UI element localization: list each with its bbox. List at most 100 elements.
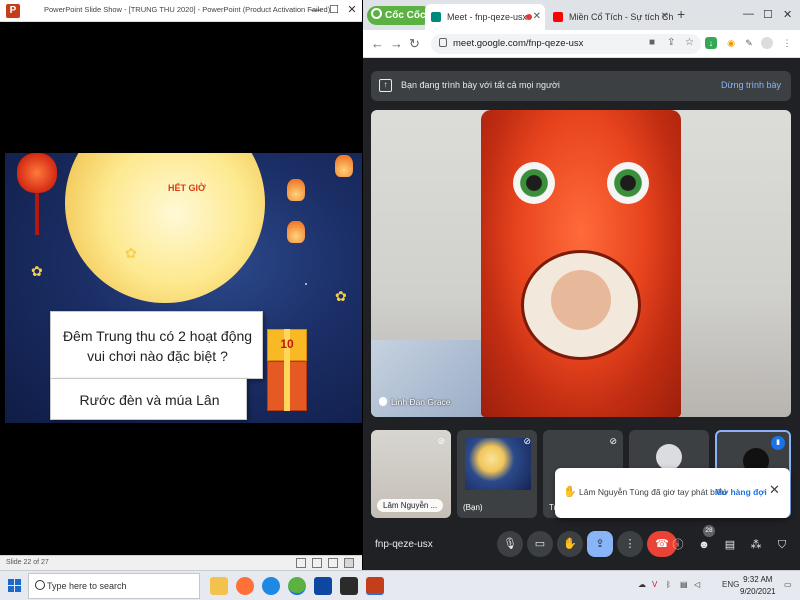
network-icon[interactable]: ▤ — [680, 580, 688, 589]
address-bar[interactable]: meet.google.com/fnp-qeze-usx ■ ⇪ ☆ — [431, 34, 701, 54]
search-input[interactable]: Type here to search — [47, 581, 127, 591]
coccoc-logo-icon — [371, 8, 382, 19]
input-language[interactable]: ENG — [722, 580, 739, 589]
sky-lantern-image — [287, 221, 305, 243]
close-icon[interactable]: ✕ — [344, 2, 360, 18]
windows-start-icon[interactable] — [8, 579, 22, 593]
powerpoint-icon[interactable] — [366, 577, 384, 595]
back-icon[interactable]: ← — [371, 36, 384, 52]
mic-off-icon: ⊘ — [609, 436, 617, 446]
mic-toggle-button[interactable]: 🎙 — [497, 531, 523, 557]
url-text: meet.google.com/fnp-qeze-usx — [453, 38, 584, 49]
gift-box-image[interactable]: 10 — [267, 329, 307, 411]
people-icon[interactable]: ☻ — [695, 536, 713, 554]
maximize-icon[interactable]: ☐ — [763, 8, 773, 21]
flower-decoration: ✿ — [335, 288, 347, 304]
bluetooth-icon[interactable]: ᛒ — [666, 580, 671, 589]
close-icon[interactable]: ✕ — [783, 8, 792, 21]
edge-icon[interactable] — [262, 577, 280, 595]
lion-eye — [607, 162, 649, 204]
timer-label: HẾT GIỜ — [168, 183, 206, 193]
minimize-icon[interactable]: — — [743, 8, 754, 20]
volume-icon[interactable]: ◁ — [694, 580, 700, 589]
maximize-icon[interactable]: ☐ — [326, 2, 342, 18]
brand-label: Cốc Cốc — [385, 10, 426, 21]
taskbar-search[interactable]: Type here to search — [28, 573, 200, 599]
extensions-icon[interactable]: ✎ — [743, 37, 755, 49]
slide-canvas[interactable]: HẾT GIỜ ✿ ✿ ✿ Đêm Trung thu có 2 hoạt độ… — [5, 153, 362, 423]
presenting-text: Bạn đang trình bày với tất cả mọi người — [401, 80, 560, 90]
file-explorer-icon[interactable] — [210, 577, 228, 595]
firefox-icon[interactable] — [236, 577, 254, 595]
reload-icon[interactable]: ↻ — [409, 36, 420, 52]
mic-off-icon: ⊘ — [437, 436, 445, 446]
speaker-name-label: Linh Đan Grace — [379, 397, 451, 407]
antivirus-icon[interactable]: V — [652, 580, 657, 589]
moon-image — [65, 153, 265, 303]
powerpoint-titlebar: P PowerPoint Slide Show - [TRUNG THU 202… — [0, 0, 362, 22]
activities-icon[interactable]: ⁂ — [747, 536, 765, 554]
browser-window: Cốc Cốc Meet - fnp-qeze-usx ✕ Miền Cổ Tí… — [363, 0, 800, 570]
tab-youtube[interactable]: Miền Cổ Tích - Sự tích Chú C ✕ — [547, 4, 673, 30]
flower-decoration: ✿ — [125, 245, 137, 261]
slide-sorter-icon[interactable] — [312, 558, 322, 568]
powerpoint-statusbar: Slide 22 of 27 — [0, 555, 362, 570]
answer-text: Rước đèn và múa Lân — [79, 392, 220, 408]
menu-icon[interactable]: ⋮ — [781, 37, 793, 49]
chat-icon[interactable]: ▤ — [721, 536, 739, 554]
slideshow-view-icon[interactable] — [344, 558, 354, 568]
share-icon[interactable]: ⇪ — [667, 37, 675, 48]
notifications-icon[interactable]: ▭ — [784, 580, 792, 589]
app-icon[interactable] — [340, 577, 358, 595]
meet-favicon-icon — [431, 12, 441, 22]
open-queue-button[interactable]: Mở hàng đợi — [715, 487, 767, 497]
present-screen-icon: ↑ — [379, 79, 392, 92]
mic-icon — [379, 397, 387, 406]
tab-label: Meet - fnp-qeze-usx — [447, 12, 528, 22]
onedrive-icon[interactable]: ☁ — [638, 580, 646, 589]
lock-icon — [439, 38, 447, 47]
bookmark-star-icon[interactable]: ☆ — [685, 37, 694, 48]
host-controls-icon[interactable]: ⛉ — [773, 536, 791, 554]
participant-tile-self[interactable]: ⊘ (Bạn) — [457, 430, 537, 518]
system-clock[interactable]: 9:32 AM 9/20/2021 — [740, 574, 776, 598]
camera-icon[interactable]: ■ — [649, 37, 655, 48]
gift-number: 10 — [280, 337, 294, 351]
participant-tile[interactable]: ⊘ Lâm Nguyễn ... — [371, 430, 451, 518]
close-tab-icon[interactable]: ✕ — [661, 4, 669, 30]
mail-icon[interactable] — [314, 577, 332, 595]
reading-view-icon[interactable] — [328, 558, 338, 568]
stop-presenting-button[interactable]: Dừng trình bày — [721, 80, 781, 90]
meeting-details-icon[interactable]: ⓘ — [669, 536, 687, 554]
tab-label: Miền Cổ Tích - Sự tích Chú C — [569, 12, 673, 22]
participants-count-badge: 28 — [703, 525, 715, 537]
coccoc-extension-icon[interactable]: ◉ — [725, 37, 737, 49]
participant-name: (Bạn) — [463, 503, 483, 512]
participant-name: Lâm Nguyễn ... — [377, 499, 444, 512]
download-extension-icon[interactable]: ↓ — [705, 37, 717, 49]
lion-mask-image — [481, 110, 681, 417]
recording-dot-icon — [526, 14, 532, 20]
presenting-banner: ↑ Bạn đang trình bày với tất cả mọi ngườ… — [371, 71, 791, 101]
main-speaker-video[interactable]: Linh Đan Grace — [371, 110, 791, 417]
present-now-button[interactable]: ⇪ — [587, 531, 613, 557]
more-options-button[interactable]: ⋮ — [617, 531, 643, 557]
coccoc-icon[interactable] — [288, 577, 306, 595]
speaker-name-text: Linh Đan Grace — [391, 397, 451, 407]
tab-meet[interactable]: Meet - fnp-qeze-usx ✕ — [425, 4, 545, 30]
sky-lantern-image — [287, 179, 305, 201]
question-box[interactable]: Đêm Trung thu có 2 hoạt động vui chơi nà… — [50, 311, 263, 379]
profile-avatar[interactable] — [761, 37, 773, 49]
forward-icon[interactable]: → — [390, 36, 403, 52]
close-tab-icon[interactable]: ✕ — [533, 4, 541, 30]
red-lantern-image — [17, 153, 57, 193]
coccoc-menu-button[interactable]: Cốc Cốc — [367, 6, 432, 25]
minimize-icon[interactable]: — — [308, 2, 324, 18]
answer-box[interactable]: Rước đèn và múa Lân — [50, 378, 247, 420]
raise-hand-button[interactable]: ✋ — [557, 531, 583, 557]
new-tab-button[interactable]: + — [677, 6, 685, 22]
normal-view-icon[interactable] — [296, 558, 306, 568]
lion-eye — [513, 162, 555, 204]
close-notification-icon[interactable]: ✕ — [769, 482, 780, 498]
camera-toggle-button[interactable]: ▭ — [527, 531, 553, 557]
